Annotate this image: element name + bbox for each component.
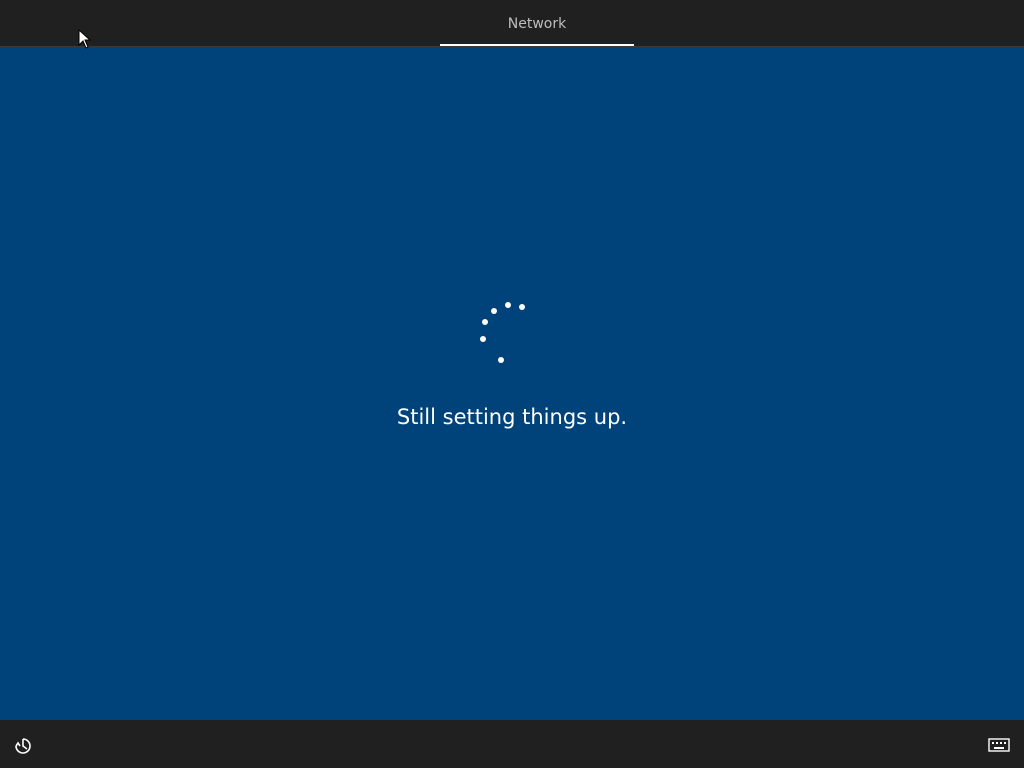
spinner-dot: [498, 357, 504, 363]
mouse-cursor-icon: [78, 29, 92, 49]
loading-dots-icon: [480, 302, 525, 363]
spinner-dot: [491, 308, 497, 314]
ease-of-access-icon[interactable]: [12, 735, 34, 757]
top-bar: Network: [0, 0, 1024, 47]
status-message: Still setting things up.: [396, 405, 628, 429]
tab-network[interactable]: Network: [440, 0, 634, 46]
bottom-bar: [0, 720, 1024, 768]
spinner-dot: [482, 319, 488, 325]
spinner-dot: [505, 302, 511, 308]
keyboard-icon[interactable]: [988, 737, 1010, 753]
setup-panel: Still setting things up.: [0, 47, 1024, 720]
spinner-dot: [480, 336, 486, 342]
spinner-dot: [519, 304, 525, 310]
